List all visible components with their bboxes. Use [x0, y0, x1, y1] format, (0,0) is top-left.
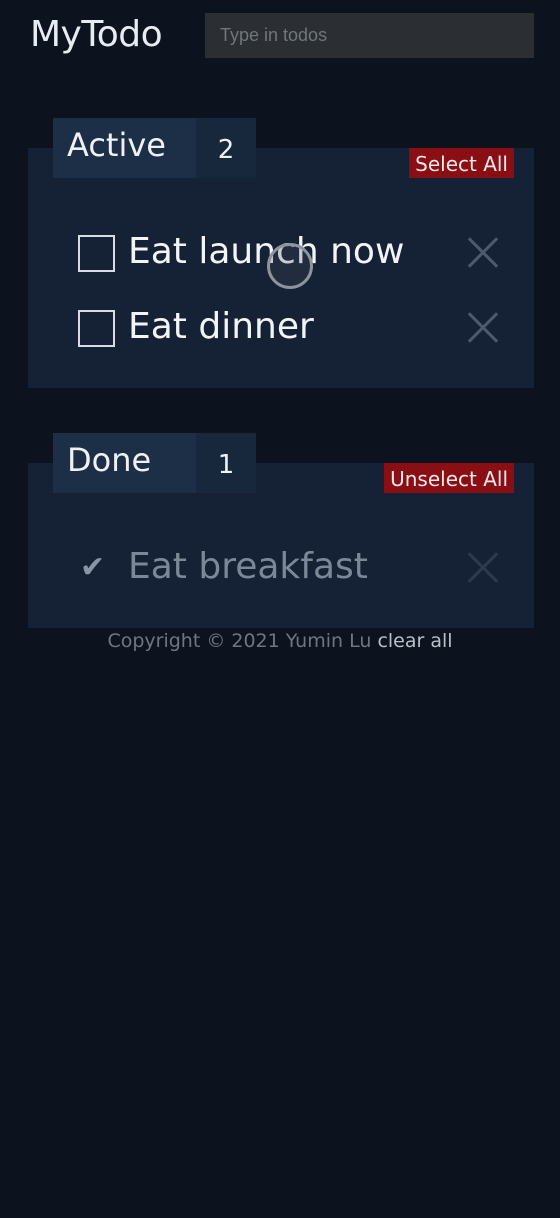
todo-text[interactable]: Eat dinner	[128, 306, 314, 347]
copyright-text: Copyright © 2021 Yumin Lu	[107, 630, 372, 652]
todo-text[interactable]: Eat breakfast	[128, 546, 368, 587]
todo-checkbox[interactable]	[78, 235, 115, 272]
todo-checkbox[interactable]	[78, 310, 115, 347]
active-header: Active 2	[53, 118, 256, 178]
close-icon[interactable]	[463, 310, 499, 346]
done-count-badge: 1	[196, 433, 256, 493]
checkmark-icon[interactable]: ✔	[80, 550, 105, 585]
unselect-all-button[interactable]: Unselect All	[384, 463, 514, 493]
done-section: Done 1 Unselect All ✔ Eat breakfast	[28, 433, 534, 628]
todo-item: Eat dinner	[28, 298, 534, 358]
done-header: Done 1	[53, 433, 256, 493]
app-title: MyTodo	[30, 14, 163, 55]
select-all-button[interactable]: Select All	[409, 148, 514, 178]
done-label: Done	[67, 441, 152, 479]
footer: Copyright © 2021 Yumin Lu clear all	[0, 630, 560, 652]
close-icon[interactable]	[463, 550, 499, 586]
todo-item-done: ✔ Eat breakfast	[28, 538, 534, 598]
clear-all-link[interactable]: clear all	[377, 630, 452, 652]
active-label: Active	[67, 126, 166, 164]
mouse-cursor-indicator	[267, 243, 313, 289]
active-count-badge: 2	[196, 118, 256, 178]
header: MyTodo	[0, 0, 560, 80]
close-icon[interactable]	[463, 235, 499, 271]
new-todo-input[interactable]	[205, 13, 534, 58]
todo-app: MyTodo Active 2 Select All Eat launch no…	[0, 0, 560, 1218]
